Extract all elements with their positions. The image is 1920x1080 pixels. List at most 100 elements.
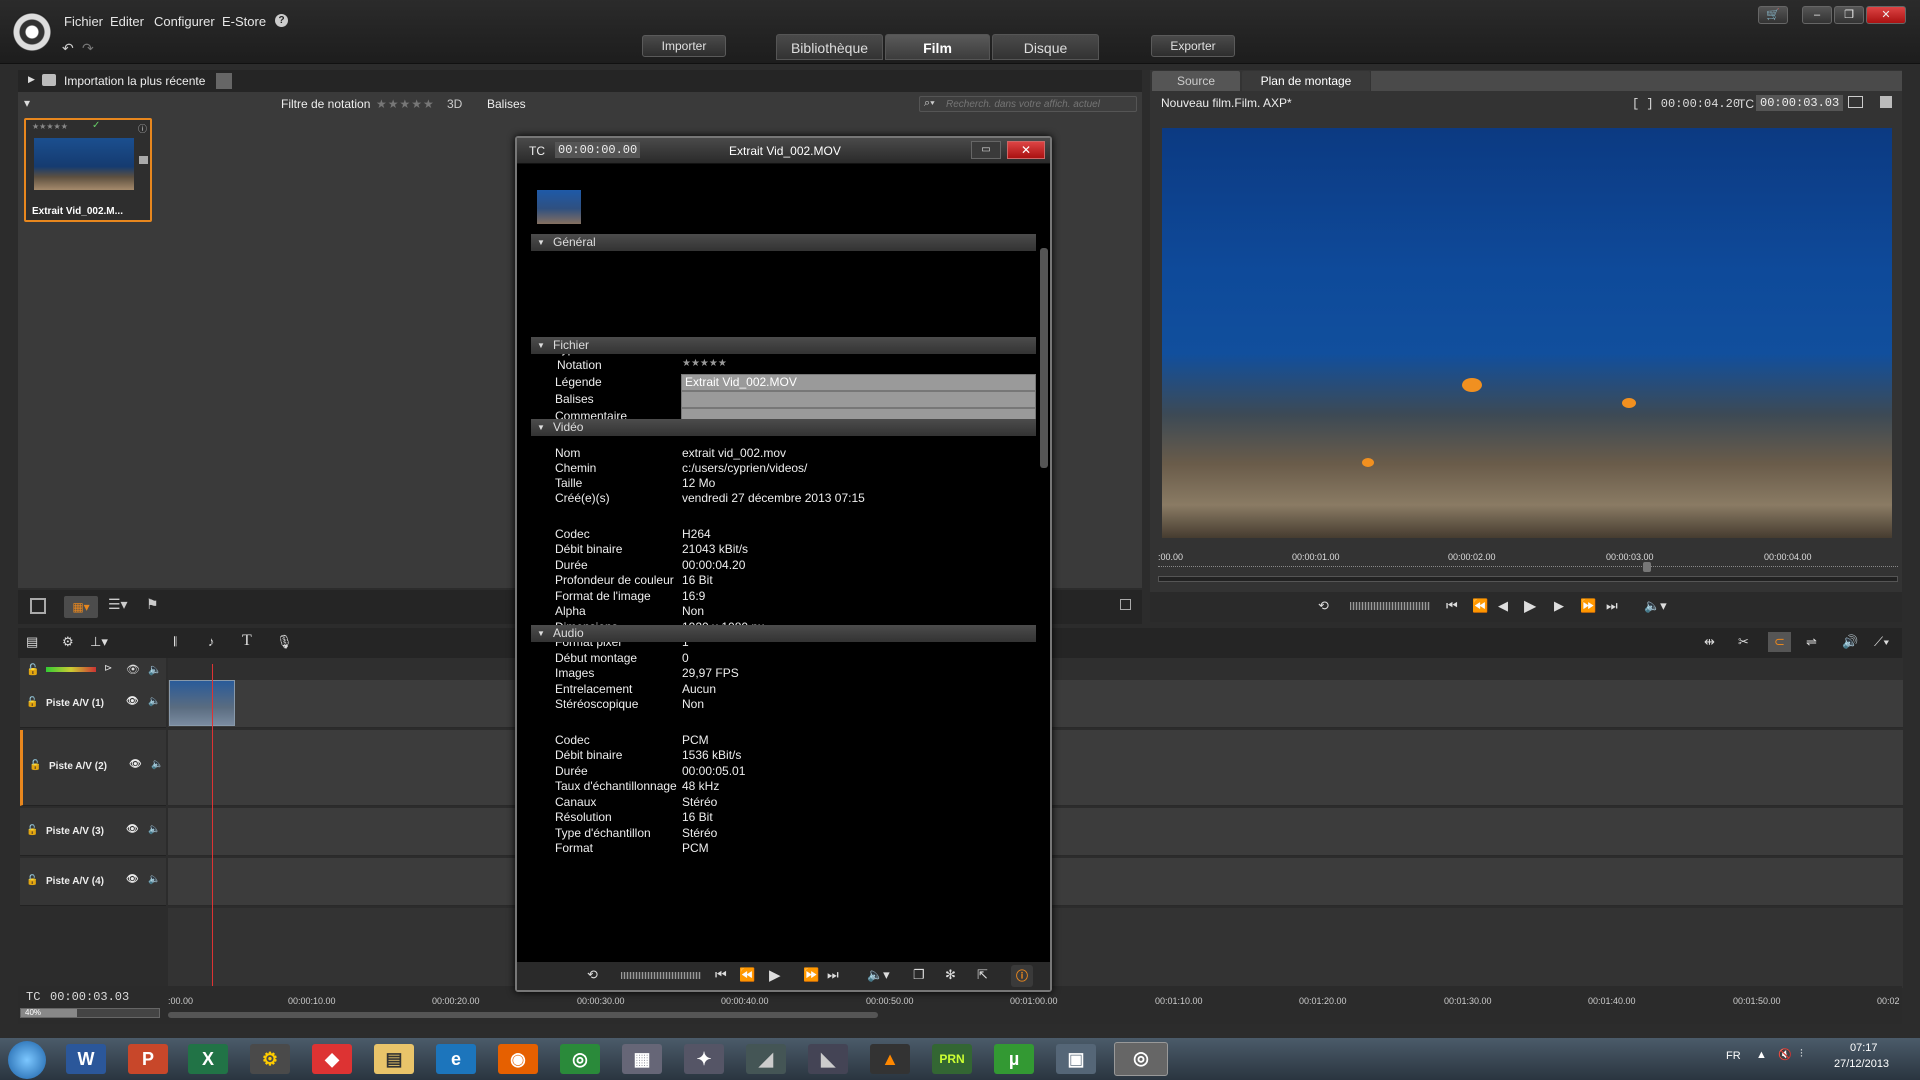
copy-icon[interactable] — [30, 598, 46, 614]
player-ruler[interactable]: :00.00 00:00:01.00 00:00:02.00 00:00:03.… — [1158, 548, 1898, 588]
microphone-icon[interactable]: 🎙 — [276, 634, 293, 650]
tab-disque[interactable]: Disque — [992, 34, 1099, 60]
minimize-button[interactable]: – — [1802, 6, 1832, 24]
powerpoint-icon[interactable]: P — [128, 1044, 168, 1074]
timeline-scrollbar[interactable] — [168, 1012, 878, 1018]
menu-fichier[interactable]: Fichier — [64, 14, 103, 29]
external-preview-icon[interactable] — [1848, 96, 1863, 108]
tray-arrow-icon[interactable]: ▲ — [1756, 1049, 1767, 1061]
firefox-icon[interactable]: ◉ — [498, 1044, 538, 1074]
audio-mixer-icon[interactable]: 𝄃 — [174, 634, 177, 650]
media-thumbnail[interactable]: ★★★★★ ✓ ⓘ Extrait Vid_002.M... — [24, 118, 152, 222]
calculator-icon[interactable]: ▦ — [622, 1044, 662, 1074]
prev-frame-icon[interactable]: ⏪ — [739, 967, 755, 983]
close-icon[interactable]: ✕ — [1007, 141, 1045, 159]
speaker-icon[interactable]: 🔈 — [148, 663, 162, 676]
section-fichier[interactable]: Fichier — [531, 337, 1036, 354]
section-general[interactable]: Général — [531, 234, 1036, 251]
eye-icon[interactable]: 👁 — [126, 663, 140, 676]
app-icon[interactable]: ⚙ — [250, 1044, 290, 1074]
step-forward-icon[interactable]: ▶ — [1554, 598, 1564, 614]
restore-button[interactable]: ❐ — [1834, 6, 1864, 24]
go-start-icon[interactable]: ⏮ — [1446, 598, 1458, 614]
search-box[interactable]: ⌕▾ — [919, 96, 1137, 112]
speaker-icon[interactable]: 🔈 — [151, 759, 163, 770]
search-input[interactable] — [946, 98, 1126, 110]
copy-icon[interactable]: ❐ — [913, 967, 925, 983]
explorer-icon[interactable]: ▤ — [374, 1044, 414, 1074]
lock-icon[interactable]: 🔓 — [29, 760, 41, 771]
volume-tray-icon[interactable]: 🔇 — [1778, 1048, 1792, 1061]
app-logo-icon[interactable] — [12, 12, 52, 52]
app-icon[interactable]: ▣ — [1056, 1044, 1096, 1074]
player-options-icon[interactable] — [1880, 96, 1892, 108]
tab-source[interactable]: Source — [1152, 71, 1240, 91]
speaker-icon[interactable]: 🔈 — [148, 874, 160, 885]
fullscreen-icon[interactable] — [1120, 599, 1131, 610]
import-button[interactable]: Importer — [642, 35, 726, 57]
lock-icon[interactable]: 🔓 — [26, 697, 38, 708]
help-icon[interactable]: ? — [275, 14, 288, 27]
dialog-scrollbar[interactable] — [1040, 248, 1048, 468]
volume-icon[interactable]: 🔈▾ — [867, 967, 890, 983]
library-menu-icon[interactable]: ▾ — [24, 96, 30, 110]
section-video[interactable]: Vidéo — [531, 419, 1036, 436]
app-icon[interactable]: ◢ — [746, 1044, 786, 1074]
ie-icon[interactable]: e — [436, 1044, 476, 1074]
playhead-handle[interactable] — [1643, 562, 1651, 572]
go-end-icon[interactable]: ⏭ — [1606, 598, 1618, 614]
shuttle-slider[interactable] — [621, 972, 701, 979]
tag-icon[interactable]: ⚑ — [146, 596, 159, 613]
expand-icon[interactable]: ⊳ — [104, 663, 112, 674]
loop-icon[interactable]: ⟲ — [1318, 598, 1329, 614]
menu-configurer[interactable]: Configurer — [154, 14, 215, 29]
zoom-slider[interactable]: 40% — [20, 1008, 160, 1018]
tab-timeline[interactable]: Plan de montage — [1242, 71, 1370, 91]
undo-icon[interactable]: ↶ — [62, 40, 74, 57]
play-icon[interactable]: ▶ — [1524, 596, 1536, 616]
next-frame-icon[interactable]: ⏩ — [803, 967, 819, 983]
tab-bibliotheque[interactable]: Bibliothèque — [776, 34, 883, 60]
track-head-4[interactable]: 🔓 Piste A/V (4) 👁 🔈 — [20, 858, 166, 906]
settings-icon[interactable]: ✻ — [945, 967, 956, 983]
speaker-icon[interactable]: 🔈 — [148, 824, 160, 835]
speaker-icon[interactable]: 🔈 — [148, 696, 160, 707]
timeline-timecode[interactable]: 00:00:03.03 — [50, 990, 129, 1004]
clock-date[interactable]: 27/12/2013 — [1834, 1058, 1889, 1070]
pin-icon[interactable] — [216, 73, 232, 89]
dialog-titlebar[interactable]: TC 00:00:00.00 Extrait Vid_002.MOV ▭ ✕ — [517, 138, 1050, 164]
eye-icon[interactable]: 👁 — [126, 874, 139, 885]
step-back-icon[interactable]: ◀ — [1498, 598, 1508, 614]
eye-icon[interactable]: 👁 — [126, 696, 139, 707]
razor-icon[interactable]: ✂ — [1738, 634, 1749, 650]
vlc-icon[interactable]: ▲ — [870, 1044, 910, 1074]
app-icon[interactable]: ◆ — [312, 1044, 352, 1074]
loop-icon[interactable]: ⟲ — [587, 967, 598, 983]
chrome-icon[interactable]: ◎ — [560, 1044, 600, 1074]
utorrent-icon[interactable]: µ — [994, 1044, 1034, 1074]
section-audio[interactable]: Audio — [531, 625, 1036, 642]
app-icon[interactable]: ✦ — [684, 1044, 724, 1074]
thumb-rating-stars[interactable]: ★★★★★ — [32, 122, 68, 131]
rating-filter-stars[interactable]: ★★★★★ — [376, 97, 435, 111]
magnet-icon[interactable]: ⊂ — [1768, 632, 1791, 652]
track-head-1[interactable]: 🔓 Piste A/V (1) 👁 🔈 — [20, 680, 166, 728]
timeline-menu-icon[interactable]: ▤ — [26, 634, 38, 650]
edit-mode-icon[interactable]: ⟋▾ — [1874, 634, 1889, 650]
prev-frame-icon[interactable]: ⏪ — [1472, 598, 1488, 614]
3d-filter[interactable]: 3D — [447, 97, 462, 111]
cart-icon[interactable]: 🛒 — [1758, 6, 1788, 24]
lock-icon[interactable]: 🔓 — [26, 825, 38, 836]
split-icon[interactable]: ⇹ — [1704, 634, 1715, 650]
dialog-timecode[interactable]: 00:00:00.00 — [555, 142, 641, 158]
info-icon[interactable]: ⓘ — [138, 122, 147, 135]
track-head-2[interactable]: 🔓 Piste A/V (2) 👁 🔈 — [20, 730, 166, 806]
pinnacle-icon[interactable]: ◎ — [1114, 1042, 1168, 1076]
audio-scrub-icon[interactable]: 🔊 — [1842, 634, 1858, 650]
network-icon[interactable]: ⫶ — [1800, 1048, 1803, 1061]
settings-icon[interactable]: ⚙ — [62, 634, 74, 650]
collection-name[interactable]: Importation la plus récente — [64, 74, 205, 88]
aspect-icon[interactable]: ⊥▾ — [90, 634, 108, 650]
go-end-icon[interactable]: ⏭ — [827, 967, 839, 983]
track-head-3[interactable]: 🔓 Piste A/V (3) 👁 🔈 — [20, 808, 166, 856]
